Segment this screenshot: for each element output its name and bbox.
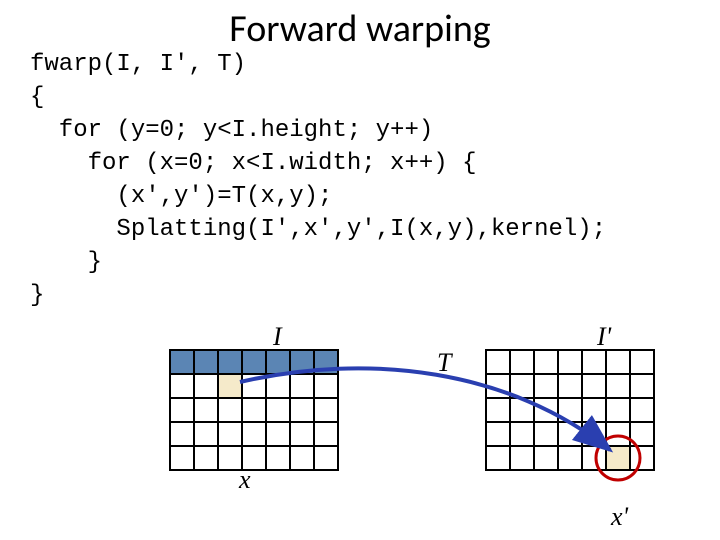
warping-diagram bbox=[130, 330, 690, 530]
code-line-7: } bbox=[30, 249, 102, 276]
code-line-2: { bbox=[30, 84, 44, 111]
code-line-1: fwarp(I, I', T) bbox=[30, 51, 246, 78]
grid-Iprime bbox=[486, 350, 654, 480]
code-block: fwarp(I, I', T) { for (y=0; y<I.height; … bbox=[30, 48, 606, 312]
code-line-3: for (y=0; y<I.height; y++) bbox=[30, 117, 433, 144]
grid-I bbox=[170, 350, 338, 470]
code-line-4: for (x=0; x<I.width; x++) { bbox=[30, 150, 476, 177]
transform-arrow-icon bbox=[240, 368, 610, 450]
slide-title: Forward warping bbox=[0, 6, 720, 52]
code-line-8: } bbox=[30, 282, 44, 309]
code-line-6: Splatting(I',x',y',I(x,y),kernel); bbox=[30, 216, 606, 243]
code-line-5: (x',y')=T(x,y); bbox=[30, 183, 332, 210]
